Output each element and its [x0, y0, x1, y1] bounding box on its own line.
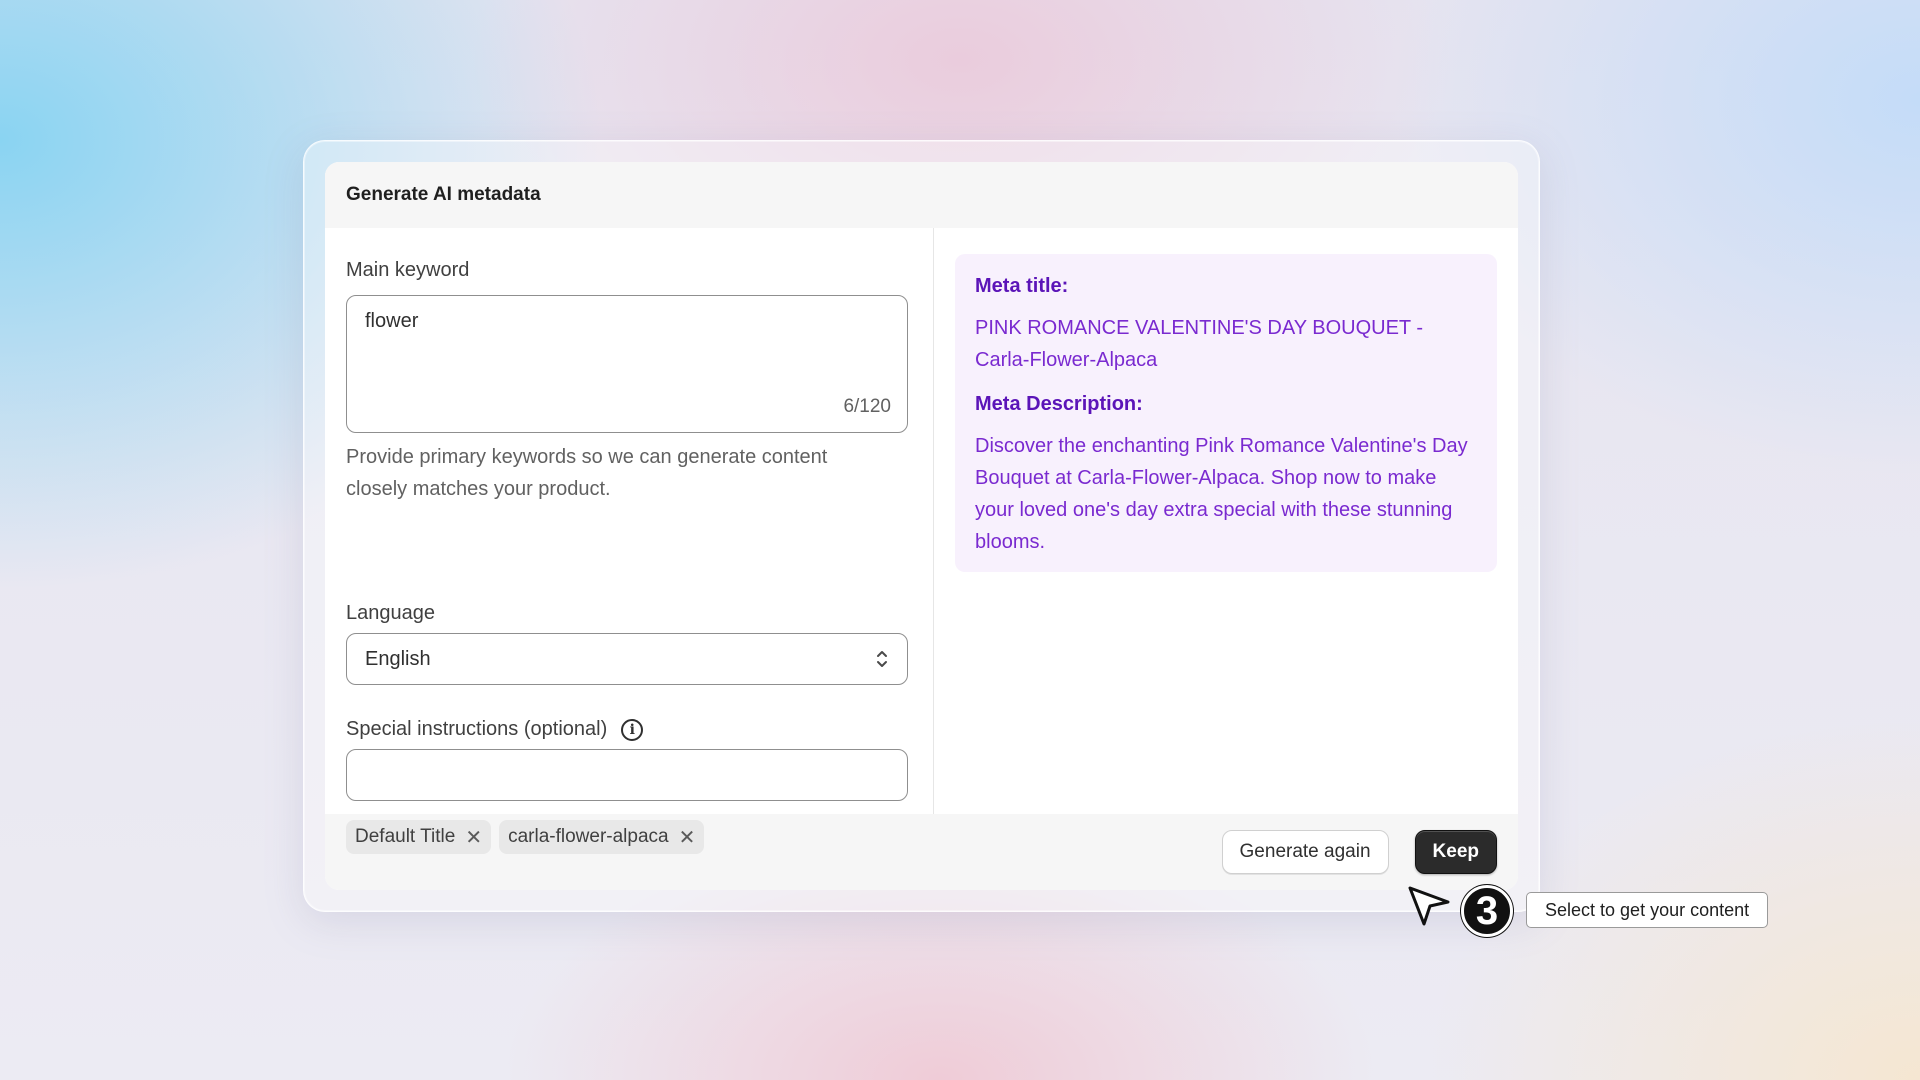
meta-title-heading: Meta title:: [975, 275, 1069, 297]
language-selected-value: English: [365, 647, 431, 670]
modal-body: Main keyword flower 6/120 Provide primar…: [325, 228, 1518, 854]
meta-description-value: Discover the enchanting Pink Romance Val…: [975, 435, 1468, 553]
result-column: Meta title: PINK ROMANCE VALENTINE'S DAY…: [934, 228, 1518, 814]
tag-carla-flower-alpaca: carla-flower-alpaca ✕: [499, 820, 705, 854]
character-count: 6/120: [843, 396, 891, 417]
special-instructions-label: Special instructions (optional): [346, 718, 608, 740]
generate-again-button[interactable]: Generate again: [1221, 830, 1389, 874]
close-icon[interactable]: ✕: [679, 825, 696, 850]
info-icon[interactable]: i: [621, 718, 644, 741]
main-keyword-help-text: Provide primary keywords so we can gener…: [346, 446, 828, 500]
meta-description-heading: Meta Description:: [975, 393, 1143, 415]
step-number-badge: 3: [1461, 885, 1513, 937]
tooltip: Select to get your content: [1526, 892, 1769, 928]
main-keyword-value: flower: [365, 310, 419, 332]
tag-default-title: Default Title ✕: [346, 820, 492, 854]
special-instructions-label-row: Special instructions (optional) i: [346, 718, 644, 741]
generated-result-card: Meta title: PINK ROMANCE VALENTINE'S DAY…: [955, 254, 1497, 572]
language-label: Language: [346, 602, 435, 624]
special-instructions-input[interactable]: [346, 749, 908, 801]
keep-button[interactable]: Keep: [1414, 830, 1497, 874]
form-column: Main keyword flower 6/120 Provide primar…: [325, 228, 934, 854]
main-keyword-label: Main keyword: [346, 259, 470, 281]
generate-metadata-modal: Generate AI metadata Main keyword flower…: [325, 162, 1518, 890]
meta-title-value: PINK ROMANCE VALENTINE'S DAY BOUQUET - C…: [975, 317, 1423, 371]
cursor-arrow-icon: [1406, 884, 1452, 935]
close-icon[interactable]: ✕: [465, 825, 482, 850]
modal-title: Generate AI metadata: [346, 184, 541, 205]
chevron-up-down-icon: [875, 648, 889, 670]
tag-label: Default Title: [355, 826, 456, 847]
language-select[interactable]: English: [346, 633, 908, 685]
main-keyword-textarea[interactable]: flower 6/120: [346, 295, 908, 433]
modal-header: Generate AI metadata: [325, 162, 1518, 228]
tag-label: carla-flower-alpaca: [508, 826, 669, 847]
tag-list: Default Title ✕ carla-flower-alpaca ✕: [346, 820, 705, 854]
